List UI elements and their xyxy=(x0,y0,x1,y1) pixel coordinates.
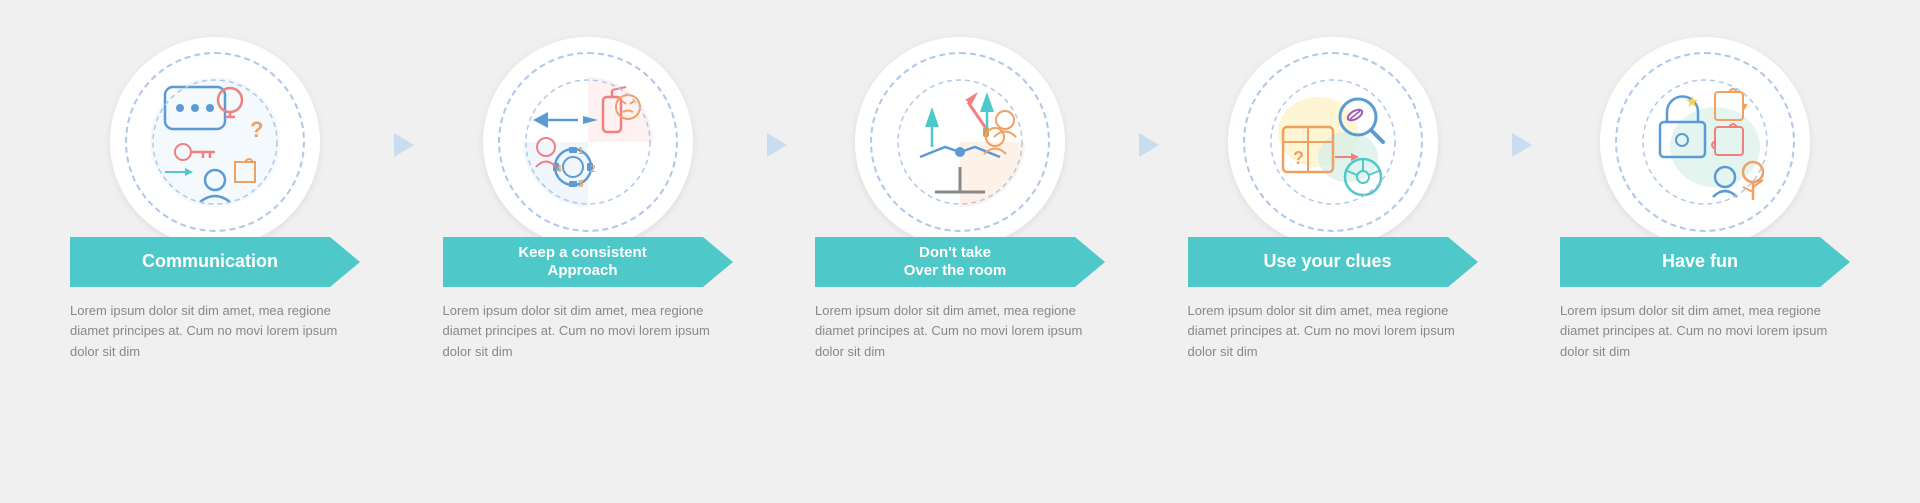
item-2-banner: Keep a consistentApproach xyxy=(443,237,733,287)
item-2-circle: 1 2 3 4 xyxy=(483,37,693,247)
infographic-item-3: Don't takeOver the room Lorem ipsum dolo… xyxy=(795,37,1125,363)
item-1-banner: Communication xyxy=(70,237,360,287)
infographic-container: ? xyxy=(20,17,1900,487)
chevron-2-icon xyxy=(759,127,795,163)
item-3-circle xyxy=(855,37,1065,247)
item-1-circle: ? xyxy=(110,37,320,247)
svg-text:2: 2 xyxy=(590,164,596,175)
infographic-item-1: ? xyxy=(50,37,380,363)
item-5-circle: ★ xyxy=(1600,37,1810,247)
item-1-circle-inner: ? xyxy=(125,52,305,232)
chevron-3-icon xyxy=(1131,127,1167,163)
item-3-description: Lorem ipsum dolor sit dim amet, mea regi… xyxy=(815,301,1105,363)
chevron-3 xyxy=(1131,127,1167,163)
item-3-banner: Don't takeOver the room xyxy=(815,237,1105,287)
item-3-circle-inner xyxy=(870,52,1050,232)
item-5-circle-inner: ★ xyxy=(1615,52,1795,232)
svg-text:3: 3 xyxy=(578,179,584,190)
item-5-banner: Have fun xyxy=(1560,237,1850,287)
svg-text:?: ? xyxy=(250,117,263,142)
item-4-banner: Use your clues xyxy=(1188,237,1478,287)
item-4-circle-inner: ? xyxy=(1243,52,1423,232)
chevron-1 xyxy=(386,127,422,163)
svg-text:4: 4 xyxy=(556,164,562,175)
item-5-title: Have fun xyxy=(1652,251,1758,273)
item-1-title: Communication xyxy=(132,251,298,273)
item-4-title: Use your clues xyxy=(1253,251,1411,273)
item-2-circle-inner: 1 2 3 4 xyxy=(498,52,678,232)
svg-text:★: ★ xyxy=(1685,94,1699,111)
item-2-title: Keep a consistentApproach xyxy=(508,244,666,280)
clues-icon: ? xyxy=(1263,72,1403,212)
svg-text:?: ? xyxy=(1293,148,1304,168)
item-4-circle: ? xyxy=(1228,37,1438,247)
item-3-title: Don't takeOver the room xyxy=(894,244,1027,280)
consistent-icon: 1 2 3 4 xyxy=(518,72,658,212)
chevron-4 xyxy=(1504,127,1540,163)
infographic-item-5: ★ Have fun Lorem ipsum dolor sit dim ame… xyxy=(1540,37,1870,363)
fun-icon: ★ xyxy=(1635,72,1775,212)
infographic-item-2: 1 2 3 4 Keep a consistentApproach Lorem … xyxy=(423,37,753,363)
communication-icon: ? xyxy=(145,72,285,212)
item-4-description: Lorem ipsum dolor sit dim amet, mea regi… xyxy=(1188,301,1478,363)
chevron-2 xyxy=(759,127,795,163)
item-1-description: Lorem ipsum dolor sit dim amet, mea regi… xyxy=(70,301,360,363)
svg-text:1: 1 xyxy=(578,146,584,157)
chevron-4-icon xyxy=(1504,127,1540,163)
item-5-description: Lorem ipsum dolor sit dim amet, mea regi… xyxy=(1560,301,1850,363)
infographic-item-4: ? xyxy=(1168,37,1498,363)
chevron-1-icon xyxy=(386,127,422,163)
balance-icon xyxy=(890,72,1030,212)
item-2-description: Lorem ipsum dolor sit dim amet, mea regi… xyxy=(443,301,733,363)
